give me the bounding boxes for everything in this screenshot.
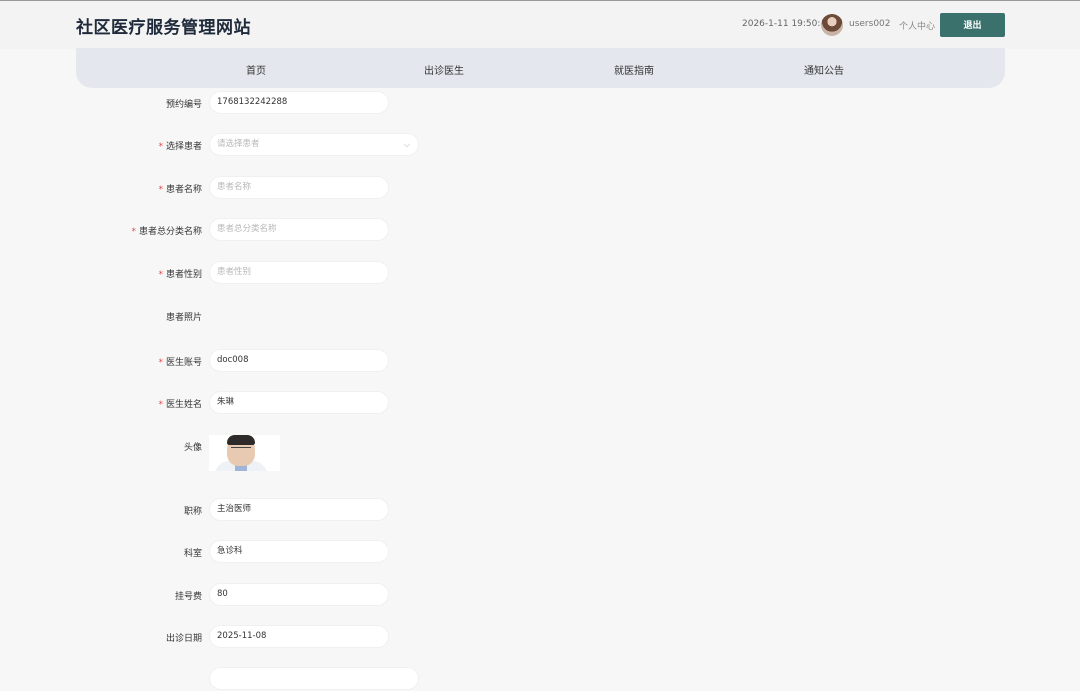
row-doctor-name: * 医生姓名 朱琳 <box>0 391 1080 415</box>
label-patient-name: 患者名称 <box>165 185 202 195</box>
patient-category-field[interactable]: 患者总分类名称 <box>209 218 389 241</box>
appointment-no-field[interactable]: 1768132242288 <box>209 91 389 114</box>
user-avatar[interactable] <box>821 14 843 36</box>
row-title: 职称 主治医师 <box>0 498 1080 522</box>
top-header: 社区医疗服务管理网站 2026-1-11 19:50:43 users002 个… <box>0 1 1080 49</box>
row-visit-date: 出诊日期 2025-11-08 <box>0 625 1080 649</box>
patient-name-field[interactable]: 患者名称 <box>209 176 389 199</box>
fee-field[interactable]: 80 <box>209 583 389 606</box>
row-avatar: 头像 <box>0 434 1080 458</box>
row-patient-category: * 患者总分类名称 患者总分类名称 <box>0 218 1080 242</box>
row-patient-gender: * 患者性别 患者性别 <box>0 261 1080 285</box>
doctor-account-field[interactable]: doc008 <box>209 349 389 372</box>
next-field-partial[interactable] <box>209 667 419 690</box>
label-patient-photo: 患者照片 <box>165 313 202 323</box>
select-patient-placeholder: 请选择患者 <box>217 139 260 149</box>
label-department: 科室 <box>183 549 202 559</box>
row-fee: 挂号费 80 <box>0 583 1080 607</box>
label-title: 职称 <box>183 507 202 517</box>
label-visit-date: 出诊日期 <box>165 634 202 644</box>
nav-home[interactable]: 首页 <box>246 62 266 77</box>
nav-doctors[interactable]: 出诊医生 <box>424 62 464 77</box>
chevron-down-icon: ⌵ <box>403 140 410 149</box>
row-doctor-account: * 医生账号 doc008 <box>0 349 1080 373</box>
label-select-patient: 选择患者 <box>165 142 202 152</box>
required-mark: * <box>158 400 163 410</box>
main-nav: 首页 出诊医生 就医指南 通知公告 <box>76 48 1005 88</box>
doctor-avatar-image <box>209 435 280 471</box>
select-patient-dropdown[interactable]: 请选择患者 ⌵ <box>209 133 419 156</box>
doctor-name-field[interactable]: 朱琳 <box>209 391 389 414</box>
username: users002 <box>849 19 891 29</box>
nav-guide[interactable]: 就医指南 <box>614 62 654 77</box>
label-fee: 挂号费 <box>174 592 202 602</box>
nav-notices[interactable]: 通知公告 <box>804 62 844 77</box>
row-patient-name: * 患者名称 患者名称 <box>0 176 1080 200</box>
row-department: 科室 急诊科 <box>0 540 1080 564</box>
label-patient-gender: 患者性别 <box>165 270 202 280</box>
row-next-partial <box>0 667 1080 691</box>
row-patient-photo: 患者照片 <box>0 304 1080 328</box>
required-mark: * <box>158 270 163 280</box>
required-mark: * <box>158 185 163 195</box>
current-datetime: 2026-1-11 19:50:43 <box>742 19 832 29</box>
required-mark: * <box>158 142 163 152</box>
label-avatar: 头像 <box>183 443 202 453</box>
personal-center-link[interactable]: 个人中心 <box>899 19 935 32</box>
required-mark: * <box>158 358 163 368</box>
label-patient-category: 患者总分类名称 <box>138 227 202 237</box>
label-doctor-account: 医生账号 <box>165 358 202 368</box>
patient-gender-field[interactable]: 患者性别 <box>209 261 389 284</box>
department-field[interactable]: 急诊科 <box>209 540 389 563</box>
title-field[interactable]: 主治医师 <box>209 498 389 521</box>
label-appointment-no: 预约编号 <box>165 100 202 110</box>
site-title: 社区医疗服务管理网站 <box>76 18 251 38</box>
row-select-patient: * 选择患者 请选择患者 ⌵ <box>0 133 1080 157</box>
visit-date-field[interactable]: 2025-11-08 <box>209 625 389 648</box>
required-mark: * <box>131 227 136 237</box>
logout-button[interactable]: 退出 <box>940 13 1005 37</box>
label-doctor-name: 医生姓名 <box>165 400 202 410</box>
row-appointment-no: 预约编号 1768132242288 <box>0 91 1080 115</box>
